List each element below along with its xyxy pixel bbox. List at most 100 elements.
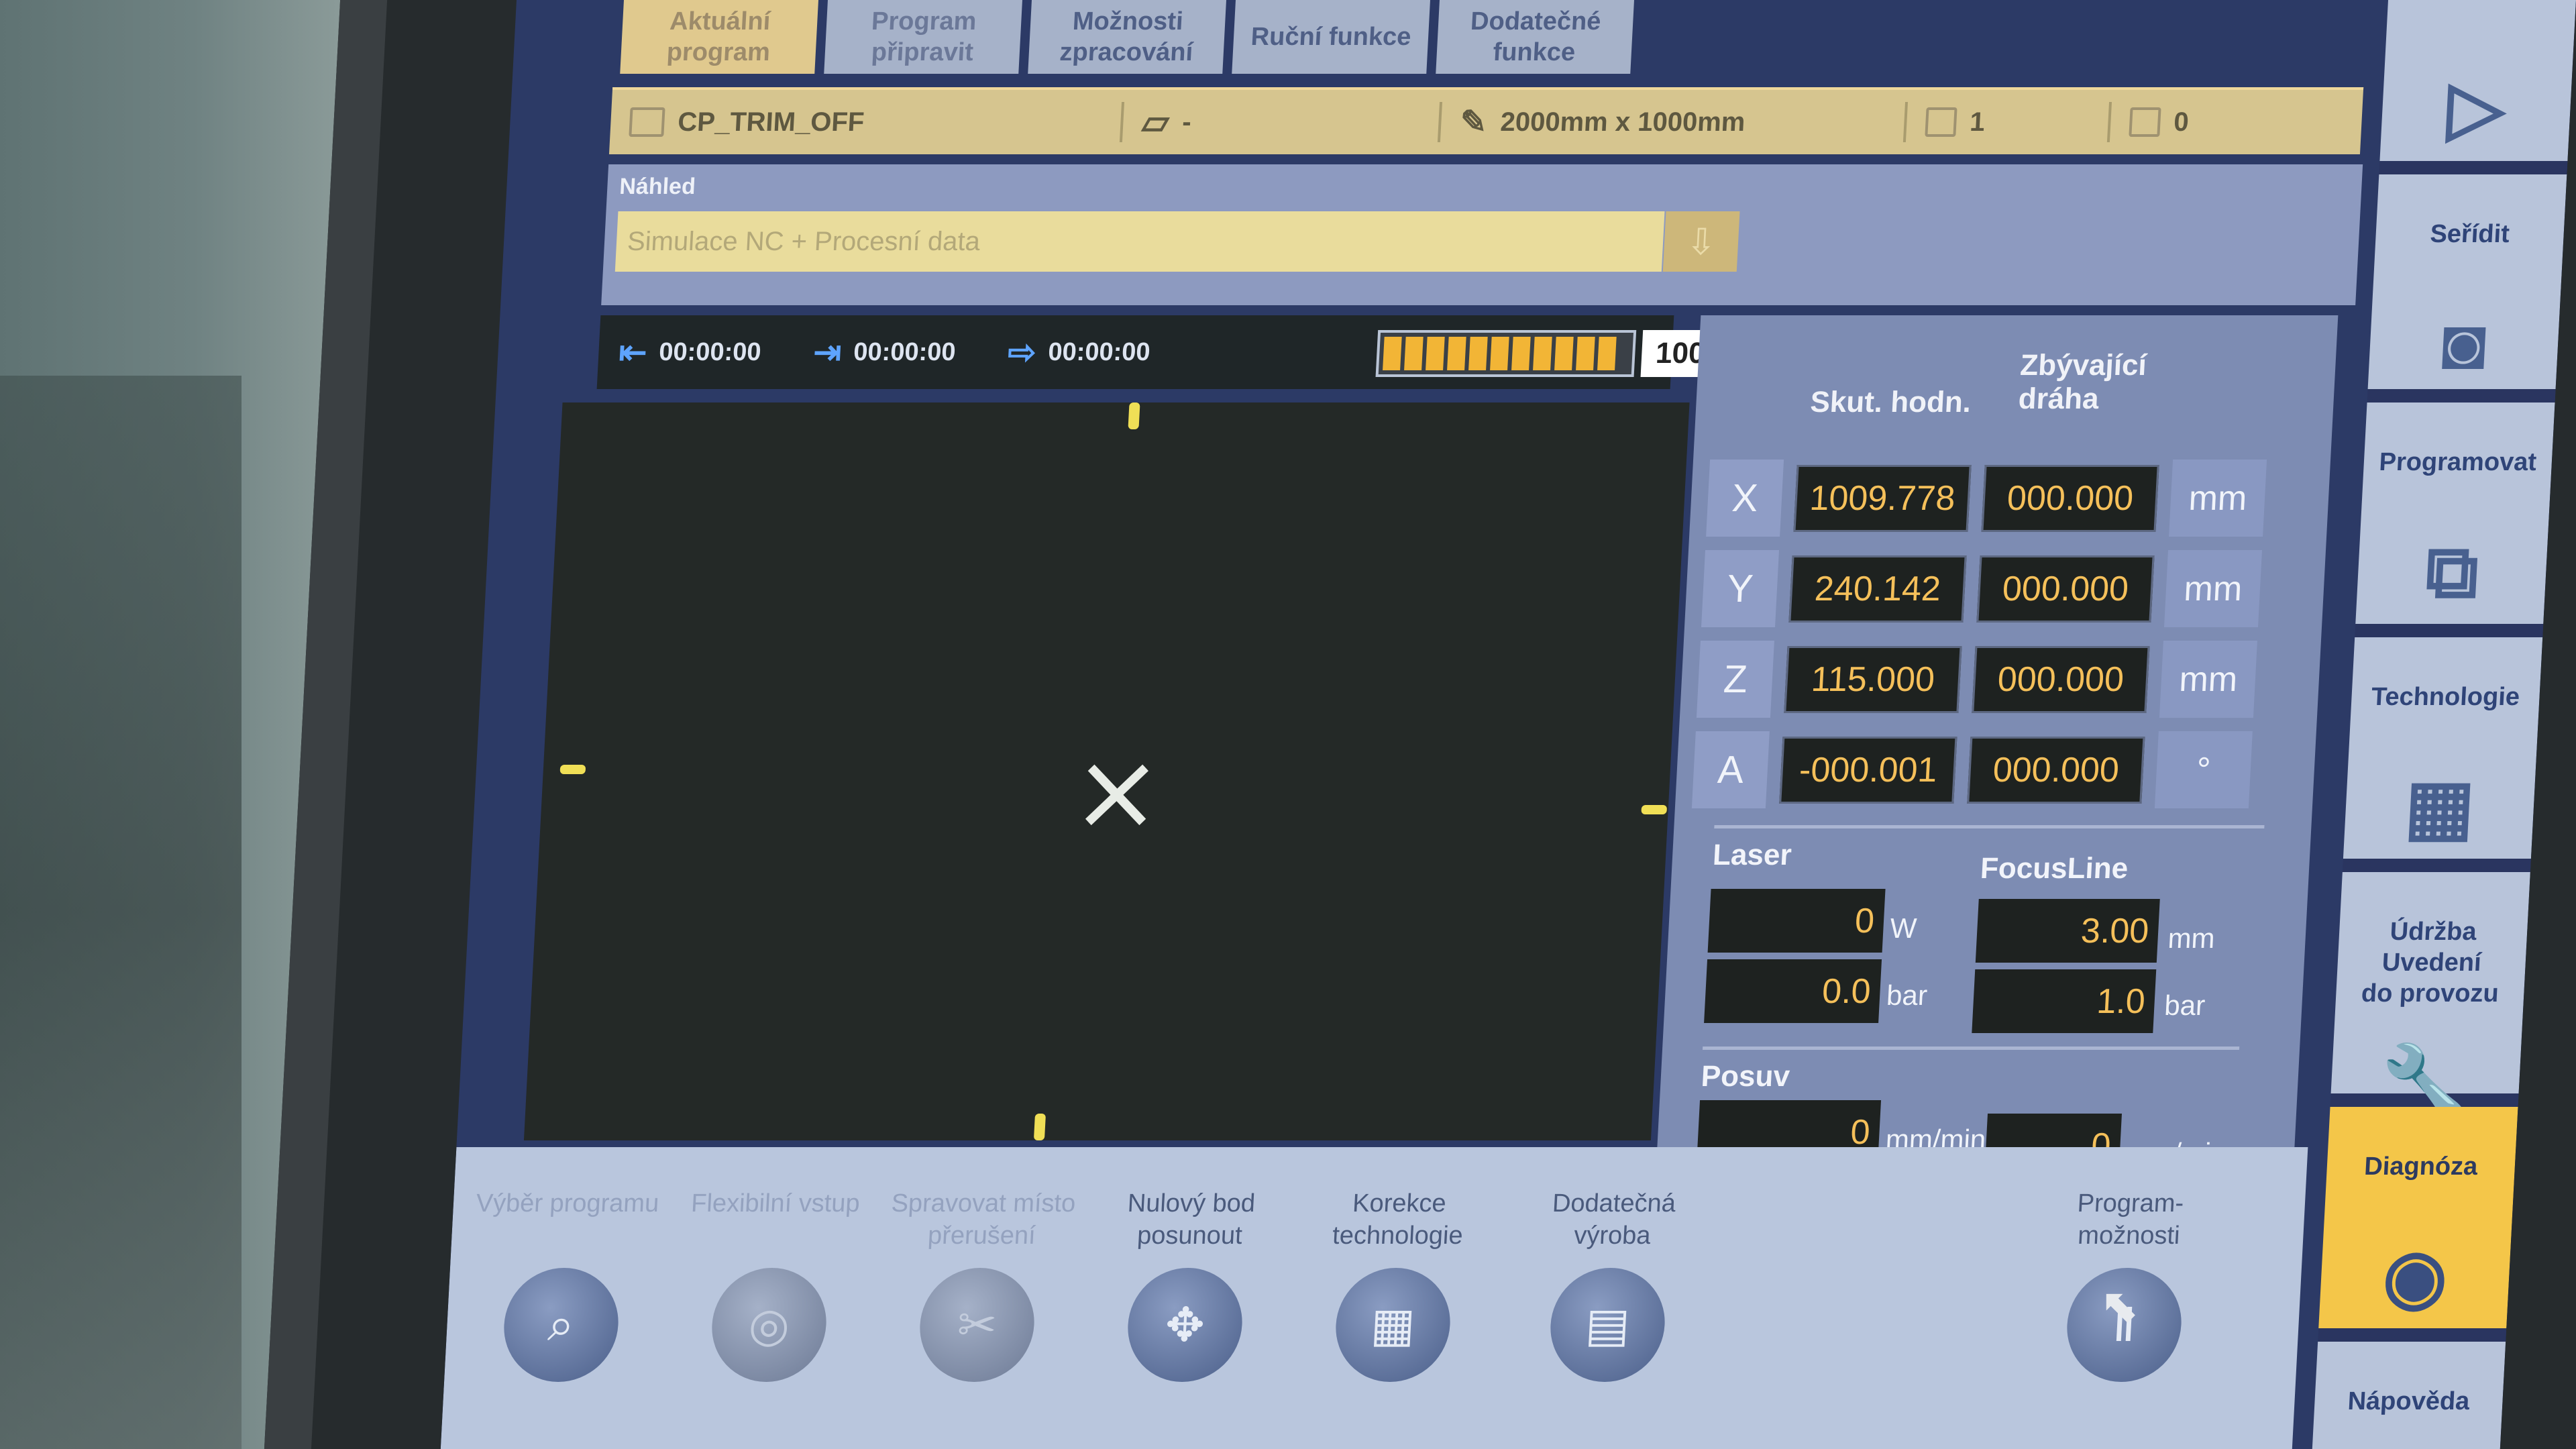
remaining-value: 000.000	[1967, 736, 2145, 804]
crosshair-icon: ⨯	[1069, 731, 1165, 851]
menu-maintenance[interactable]: Údržba Uvedení do provozu 🔧	[2330, 872, 2530, 1124]
marker-right	[1641, 805, 1668, 814]
actual-value: 1009.778	[1793, 464, 1972, 532]
preview-panel: Náhled Simulace NC + Procesní data ⇩	[601, 164, 2363, 305]
tab-additional-functions[interactable]: Dodatečné funkce	[1436, 0, 1634, 74]
axis-row-x: X 1009.778 000.000 mm	[1706, 460, 2267, 537]
axis-label: X	[1706, 460, 1784, 537]
actual-value: 240.142	[1788, 555, 1967, 623]
speed-segment	[1468, 337, 1488, 370]
menu-diagnosis[interactable]: Diagnóza ◉	[2318, 1107, 2518, 1328]
arrow-down-icon[interactable]: ⇩	[1662, 211, 1740, 272]
preview-select[interactable]: Simulace NC + Procesní data	[614, 211, 1665, 272]
cubes-icon: ⧉	[2423, 531, 2481, 613]
axis-label: Z	[1696, 641, 1774, 718]
softkey-label: Dodatečná výroba	[1551, 1189, 1676, 1250]
focus-position: 3.00	[1975, 899, 2160, 963]
menu-label: Diagnóza	[2363, 1152, 2479, 1181]
axis-row-z: Z 115.000 000.000 mm	[1696, 641, 2257, 718]
production-icon[interactable]: ▤	[1548, 1268, 1668, 1382]
sheet-size: 2000mm x 1000mm	[1499, 107, 1746, 137]
focus-pressure-unit: bar	[2163, 989, 2206, 1021]
softkey-label: Program- možnosti	[2076, 1189, 2185, 1250]
tab-manual-functions[interactable]: Ruční funkce	[1232, 0, 1430, 74]
ruler-icon: ✎	[1459, 105, 1489, 140]
softkey-flexible-entry[interactable]: Flexibilní vstup ◎	[665, 1187, 877, 1382]
mouse-cursor-icon: ⬉	[2100, 1279, 2139, 1332]
target-icon[interactable]: ◎	[709, 1268, 829, 1382]
axis-row-y: Y 240.142 000.000 mm	[1701, 550, 2263, 627]
softkey-move-zero[interactable]: Nulový bod posunout ✥	[1081, 1187, 1293, 1382]
softkey-select-program[interactable]: Výběr programu ⌕	[458, 1187, 669, 1382]
speed-bar[interactable]	[1375, 330, 1637, 377]
count-b: 0	[2173, 107, 2190, 137]
count-a: 1	[1969, 107, 1986, 137]
softkey-additional-production[interactable]: Dodatečná výroba ▤	[1504, 1187, 1715, 1382]
parts-icon	[1925, 107, 1957, 137]
header-remaining: Zbývající dráha	[2017, 349, 2148, 415]
axis-unit: mm	[2159, 641, 2257, 718]
speed-segment	[1533, 337, 1552, 370]
speed-segment	[1597, 337, 1617, 370]
play-icon[interactable]: ⇨	[1007, 333, 1037, 372]
menu-setup[interactable]: Seřídit ◙	[2367, 174, 2567, 389]
eye-icon: ◉	[2381, 1235, 2450, 1318]
softkey-tech-correction[interactable]: Korekce technologie ▦	[1289, 1187, 1501, 1382]
laser-power: 0	[1707, 889, 1886, 953]
time-3: 00:00:00	[1047, 337, 1151, 366]
marker-top	[1128, 402, 1140, 429]
feed-label: Posuv	[1700, 1060, 1791, 1093]
rewind-icon[interactable]: ⇤	[618, 333, 648, 372]
axis-unit: °	[2154, 731, 2253, 808]
menu-technology[interactable]: Technologie ▦	[2343, 637, 2543, 859]
material-value: -	[1181, 107, 1192, 137]
remaining-value: 000.000	[1981, 464, 2159, 532]
move-zero-icon[interactable]: ✥	[1125, 1268, 1245, 1382]
axis-unit: mm	[2163, 550, 2263, 627]
axis-unit: mm	[2169, 460, 2267, 537]
time-2: 00:00:00	[853, 337, 957, 366]
program-icon	[629, 107, 665, 137]
search-doc-icon[interactable]: ⌕	[501, 1268, 621, 1382]
menu-label: Technologie	[2370, 683, 2521, 711]
softkey-break-point[interactable]: Spravovat místo přerušení ✂	[873, 1187, 1085, 1382]
header-actual: Skut. hodn.	[1809, 386, 1972, 419]
divider	[1702, 1046, 2240, 1050]
simulation-timebar: ⇤ 00:00:00 ⇥ 00:00:00 ⇨ 00:00:00 100 %	[596, 315, 1752, 389]
softkey-label: Spravovat místo přerušení	[890, 1189, 1077, 1250]
speed-segment	[1576, 337, 1595, 370]
menu-label: Údržba Uvedení do provozu	[2360, 918, 2500, 1008]
remaining-value: 000.000	[1972, 645, 2150, 713]
speed-segment	[1426, 337, 1445, 370]
forward-icon: ▷	[2446, 66, 2508, 149]
menu-forward[interactable]: ▷	[2379, 0, 2576, 161]
actual-value: 115.000	[1784, 645, 1962, 713]
marker-bottom	[1033, 1114, 1046, 1140]
laser-label: Laser	[1711, 839, 1792, 871]
preview-title: Náhled	[619, 174, 696, 199]
axis-label: A	[1691, 731, 1770, 808]
softkey-label: Flexibilní vstup	[690, 1189, 861, 1218]
grid-icon: ▦	[2402, 765, 2477, 848]
marker-left	[559, 765, 586, 774]
menu-label: Seřídit	[2429, 220, 2510, 248]
menu-help[interactable]: Nápověda	[2312, 1342, 2506, 1449]
speed-segment	[1554, 337, 1574, 370]
softkey-label: Nulový bod posunout	[1126, 1189, 1256, 1250]
step-back-icon[interactable]: ⇥	[812, 333, 843, 372]
focus-position-unit: mm	[2167, 922, 2216, 954]
tab-current-program[interactable]: Aktuální program	[620, 0, 818, 74]
speed-segment	[1404, 337, 1424, 370]
tab-processing-options[interactable]: Možnosti zpracování	[1028, 0, 1226, 74]
divider	[1714, 825, 2265, 828]
table-icon[interactable]: ▦	[1333, 1268, 1453, 1382]
tab-prepare-program[interactable]: Program připravit	[824, 0, 1022, 74]
break-point-icon[interactable]: ✂	[917, 1268, 1037, 1382]
menu-programming[interactable]: Programovat ⧉	[2355, 402, 2555, 624]
hmi-screen: Aktuální program Program připravit Možno…	[440, 0, 2576, 1449]
sheets-icon	[2129, 107, 2161, 137]
simulation-canvas[interactable]: ⨯	[523, 402, 1690, 1140]
laser-power-unit: W	[1889, 912, 1918, 944]
axis-row-a: A -000.001 000.000 °	[1691, 731, 2253, 808]
axis-panel: Skut. hodn. Zbývající dráha X 1009.778 0…	[1650, 315, 2339, 1275]
